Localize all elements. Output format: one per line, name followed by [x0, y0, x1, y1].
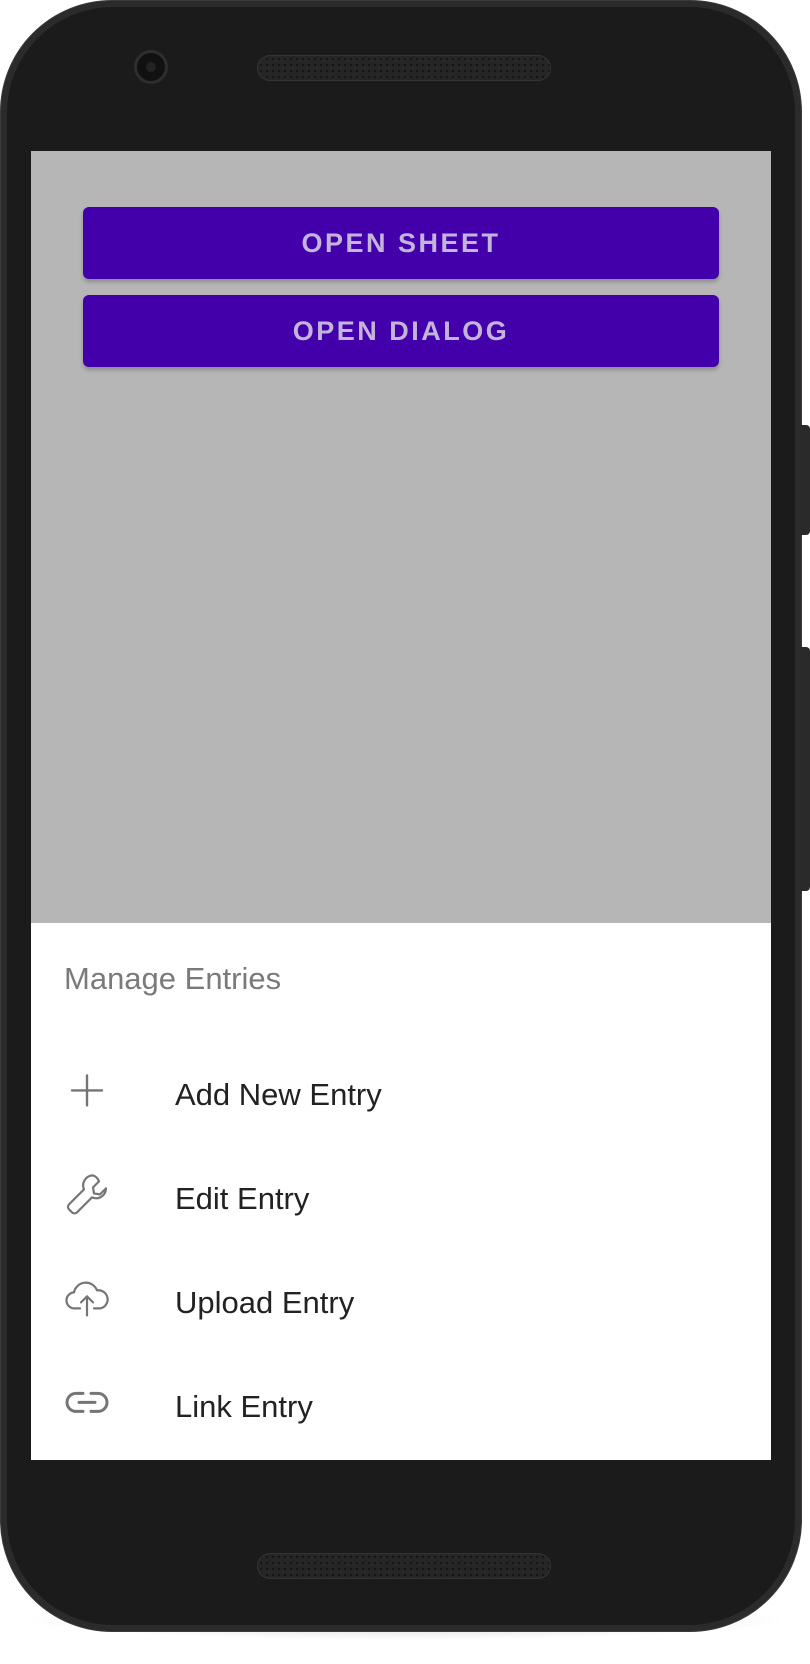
app-screen: OPEN SHEET OPEN DIALOG Manage Entries Ad… [31, 151, 771, 1460]
volume-button [800, 647, 810, 891]
sheet-item-add-new-entry[interactable]: Add New Entry [31, 1043, 771, 1147]
sheet-list: Add New Entry Edit Entry Upload Entry Li… [31, 1043, 771, 1459]
sheet-item-label: Upload Entry [175, 1285, 355, 1320]
sheet-item-upload-entry[interactable]: Upload Entry [31, 1251, 771, 1355]
plus-icon [64, 1067, 110, 1113]
bottom-speaker [257, 1553, 551, 1579]
sheet-item-label: Link Entry [175, 1389, 313, 1424]
wrench-icon [64, 1171, 110, 1217]
sheet-title: Manage Entries [64, 961, 282, 996]
sheet-item-label: Edit Entry [175, 1181, 310, 1216]
cloud-upload-icon [64, 1275, 110, 1321]
sheet-item-label: Add New Entry [175, 1077, 382, 1112]
sheet-item-link-entry[interactable]: Link Entry [31, 1355, 771, 1459]
front-camera [134, 50, 168, 84]
link-icon [64, 1379, 110, 1425]
bottom-sheet: Manage Entries Add New Entry Edit Entry … [31, 923, 771, 1460]
top-speaker [257, 55, 551, 81]
power-button [800, 425, 810, 535]
open-sheet-button[interactable]: OPEN SHEET [83, 207, 719, 279]
open-dialog-button[interactable]: OPEN DIALOG [83, 295, 719, 367]
button-stack: OPEN SHEET OPEN DIALOG [83, 207, 719, 383]
sheet-item-edit-entry[interactable]: Edit Entry [31, 1147, 771, 1251]
device-stage: OPEN SHEET OPEN DIALOG Manage Entries Ad… [0, 0, 810, 1664]
phone-frame: OPEN SHEET OPEN DIALOG Manage Entries Ad… [0, 0, 810, 1632]
